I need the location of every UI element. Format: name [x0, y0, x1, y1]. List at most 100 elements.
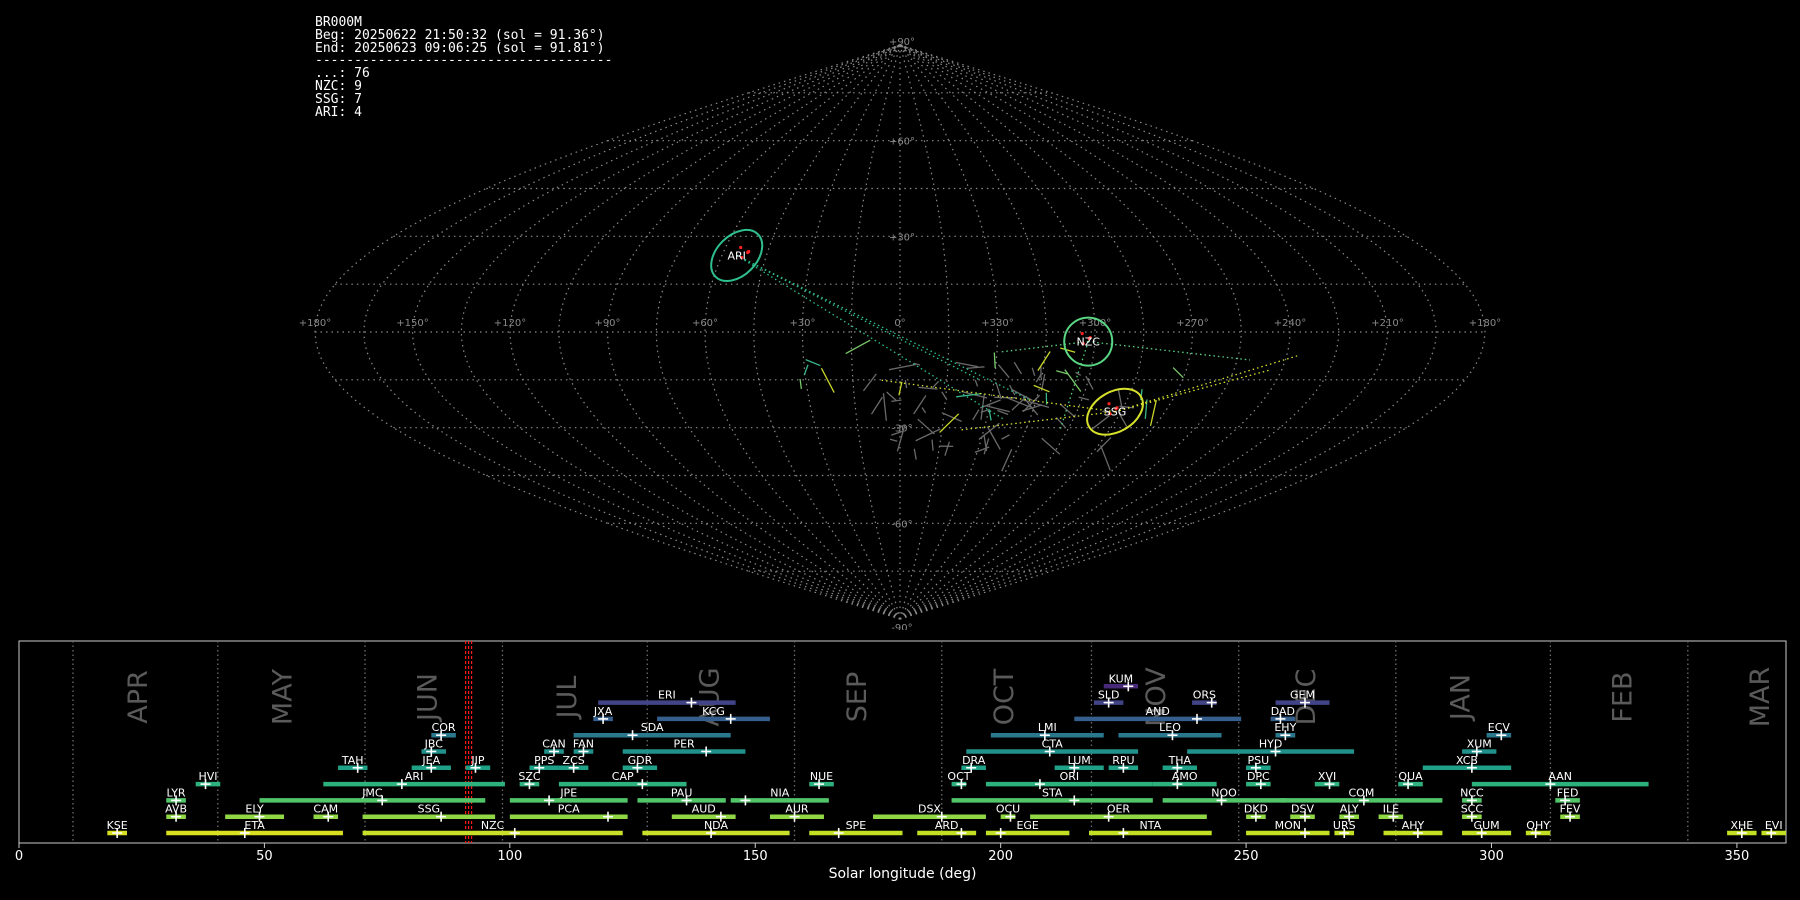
shower-label: NTA: [1140, 819, 1162, 832]
shower-ehy: EHY: [1274, 721, 1297, 741]
shower-ecv: ECV: [1486, 721, 1512, 741]
meteor-trail: [1001, 434, 1010, 440]
shower-spe: SPE: [809, 819, 903, 838]
meteor-trail: [889, 438, 898, 442]
shower-label: ERI: [658, 689, 676, 702]
shower-kum: KUM: [1103, 672, 1139, 692]
month-label: OCT: [989, 668, 1020, 725]
x-tick-label: 300: [1479, 849, 1504, 864]
month-label: APR: [123, 670, 154, 724]
shower-sta: STA: [951, 786, 1153, 806]
shower-xhe: XHE: [1727, 819, 1757, 838]
shower-noo: NOO: [1162, 786, 1286, 806]
shower-lyr: LYR: [166, 786, 186, 806]
shower-label: XVI: [1318, 770, 1336, 783]
x-tick-label: 0: [15, 849, 23, 864]
shower-ncc: NCC: [1460, 786, 1484, 806]
shower-jmc: JMC: [259, 786, 486, 806]
shower-label: DSV: [1291, 803, 1314, 816]
meteor-trail: [917, 418, 935, 435]
shower-mon: MON: [1246, 819, 1330, 838]
shower-label: STA: [1042, 786, 1063, 799]
shower-cam: CAM: [313, 803, 338, 822]
shower-nta: NTA: [1089, 819, 1212, 838]
shower-and: AND: [1074, 705, 1242, 724]
lat-label: +30°: [889, 232, 915, 243]
shower-label: FAN: [573, 738, 594, 751]
shower-label: AND: [1146, 705, 1170, 718]
shower-label: HVI: [198, 770, 217, 783]
shower-label: MON: [1275, 819, 1301, 832]
meteor-trail: [1013, 361, 1023, 375]
meteor-trail: [862, 373, 877, 392]
meridian-line: [363, 44, 901, 620]
shower-label: LYR: [167, 786, 186, 799]
shower-eta: ETA: [166, 819, 343, 838]
shower-label: XUM: [1467, 738, 1492, 751]
shower-label: CAP: [612, 770, 634, 783]
meteor-trail: [891, 399, 902, 403]
shower-label: LUM: [1068, 754, 1091, 767]
shower-label: AHY: [1402, 819, 1425, 832]
shower-rpu: RPU: [1108, 754, 1139, 773]
shower-label: ETA: [244, 819, 265, 832]
shower-label: XCB: [1456, 754, 1478, 767]
month-label: JAN: [1446, 674, 1477, 722]
shower-jbc: JBC: [421, 738, 447, 757]
shower-dsv: DSV: [1290, 803, 1315, 822]
shower-zcs: ZCS: [558, 754, 589, 773]
meteor-trail: [1031, 367, 1036, 376]
meridian-line: [460, 44, 901, 620]
meteor-trail: [972, 409, 980, 421]
shower-dsx: DSX: [873, 803, 986, 822]
meteor-trail: [870, 396, 883, 415]
shower-label: ARI: [405, 770, 423, 783]
shower-hvi: HVI: [195, 770, 221, 790]
shower-kcg: KCG: [657, 705, 770, 724]
shower-tha: THA: [1162, 754, 1197, 773]
shower-leo: LEO: [1118, 721, 1222, 741]
shower-ege: EGE: [985, 819, 1070, 838]
shower-trail: [1172, 367, 1184, 379]
meteor-trail: [994, 396, 1017, 399]
shower-label: NUE: [810, 770, 833, 783]
meteor-trail: [966, 366, 985, 369]
meridian-line: [899, 44, 1194, 620]
shower-label: COM: [1349, 786, 1375, 799]
shower-aan: AAN: [1471, 770, 1649, 790]
shower-label: SZC: [518, 770, 541, 783]
shower-label: SLD: [1098, 689, 1120, 702]
x-tick-label: 100: [497, 849, 522, 864]
shower-label: CAN: [542, 738, 565, 751]
shower-label: OCU: [996, 803, 1020, 816]
lon-label: +90°: [594, 318, 620, 329]
shower-trail: [1060, 347, 1076, 353]
ari-radiant-point: [747, 249, 751, 254]
shower-jpe: JPE: [509, 786, 628, 806]
meteor-trail: [1085, 375, 1094, 390]
shower-label: DRA: [962, 754, 986, 767]
lon-label: +180°: [299, 318, 331, 329]
shower-label: KCG: [702, 705, 725, 718]
month-label: DEC: [1291, 669, 1322, 726]
shower-tah: TAH: [338, 754, 368, 773]
meteor-trail: [882, 393, 887, 421]
ssg-path: [879, 379, 1116, 413]
shower-label: DSX: [918, 803, 941, 816]
shower-label: URS: [1333, 819, 1356, 832]
shower-label: FED: [1557, 786, 1579, 799]
shower-label: ALY: [1340, 803, 1359, 816]
shower-trail: [1149, 399, 1157, 427]
meteor-trail: [921, 407, 927, 414]
shower-trail: [805, 359, 821, 367]
meridian-line: [899, 44, 950, 620]
meteor-trail: [974, 446, 990, 453]
shower-label: SSG: [418, 803, 441, 816]
lat-label: -90°: [891, 623, 912, 630]
shower-label: NIA: [770, 786, 789, 799]
shower-sda: SDA: [573, 721, 731, 741]
shower-label: PER: [673, 738, 695, 751]
shower-dpc: DPC: [1246, 770, 1271, 790]
shower-ahy: AHY: [1383, 819, 1443, 838]
meteor-trail: [986, 426, 1001, 450]
